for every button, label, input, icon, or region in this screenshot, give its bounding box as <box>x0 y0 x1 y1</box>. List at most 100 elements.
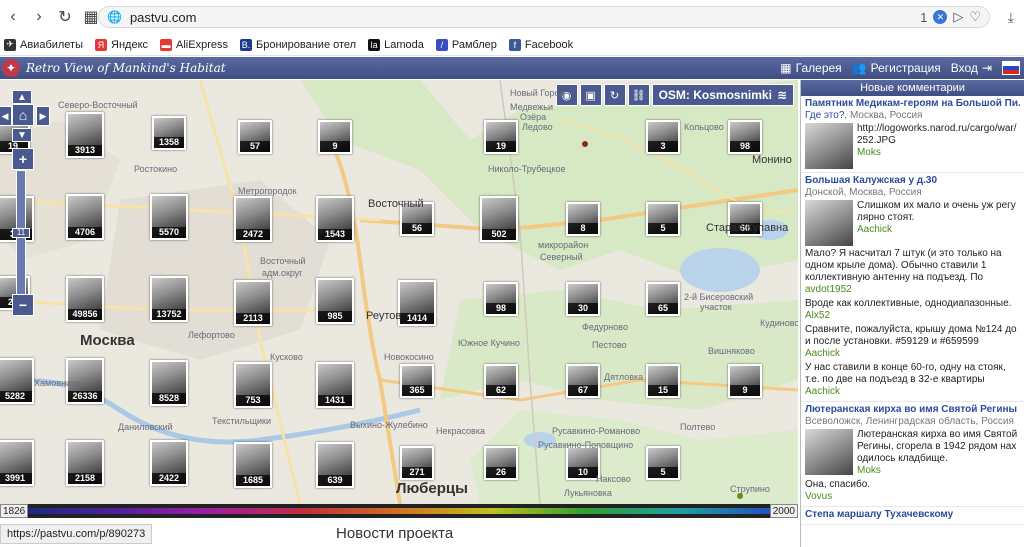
photo-cluster[interactable]: 9 <box>318 120 352 154</box>
photo-cluster[interactable]: 65 <box>646 282 680 316</box>
share-icon[interactable]: ▷ <box>953 9 963 25</box>
photo-cluster[interactable]: 10 <box>566 446 600 480</box>
photo-cluster[interactable]: 1685 <box>234 442 272 488</box>
comment-photo-thumbnail[interactable] <box>805 429 853 475</box>
photo-cluster[interactable]: 985 <box>316 278 354 324</box>
forward-icon[interactable]: › <box>26 4 52 30</box>
back-icon[interactable]: ‹ <box>0 4 26 30</box>
photo-cluster[interactable]: 5282 <box>0 358 34 404</box>
comment-photo-title[interactable]: Степа маршалу Тухачевскому <box>805 509 1020 521</box>
where-link[interactable]: Где это? <box>805 110 844 121</box>
bookmark-item[interactable]: ▬ AliExpress <box>160 38 228 51</box>
photo-cluster[interactable]: 49856 <box>66 276 104 322</box>
comment-author[interactable]: Aachick <box>805 348 1020 360</box>
photo-cluster[interactable]: 365 <box>400 364 434 398</box>
address-bar[interactable]: 🌐 pastvu.com 1 ✕ ▷ ♡ <box>98 6 990 28</box>
map-view[interactable]: 3913 1358 57 9 19 3 98 4706 5570 2472 1543 56 502 8 5 6… <box>0 80 798 504</box>
photo-cluster[interactable]: 19 <box>484 120 518 154</box>
link-icon[interactable]: ⛓ <box>627 84 650 106</box>
pan-right-icon[interactable]: ▶ <box>36 106 50 126</box>
login-link[interactable]: Вход ⇥ <box>951 61 992 75</box>
photo-cluster[interactable]: 5 <box>646 446 680 480</box>
photo-cluster[interactable]: 30 <box>566 282 600 316</box>
site-title[interactable]: Retro View of Mankind's Habitat <box>26 61 226 75</box>
year-end[interactable]: 2000 <box>769 504 798 518</box>
reload-icon[interactable]: ↻ <box>52 4 78 30</box>
comment-photo-thumbnail[interactable] <box>805 123 853 169</box>
image-icon[interactable]: ▣ <box>579 84 602 106</box>
bookmark-item[interactable]: la Lamoda <box>368 38 424 51</box>
clear-icon[interactable]: ✕ <box>933 10 948 24</box>
photo-cluster[interactable]: 3991 <box>0 440 34 486</box>
map-place-label: Пестово <box>592 340 627 350</box>
comment-photo-title[interactable]: Большая Калужская у д.30 <box>805 175 1020 187</box>
photo-cluster[interactable]: 2422 <box>150 440 188 486</box>
photo-cluster[interactable]: 5570 <box>150 194 188 240</box>
photo-cluster[interactable]: 9 <box>728 364 762 398</box>
photo-cluster[interactable]: 5 <box>646 202 680 236</box>
photo-cluster[interactable]: 62 <box>484 364 518 398</box>
logo-star-icon[interactable]: ✦ <box>2 59 20 77</box>
map-place-label: Старая Купавна <box>706 222 789 234</box>
photo-cluster[interactable]: 2472 <box>234 196 272 242</box>
photo-cluster[interactable]: 271 <box>400 446 434 480</box>
photo-cluster[interactable]: 1543 <box>316 196 354 242</box>
photo-cluster[interactable]: 15 <box>646 364 680 398</box>
photo-cluster[interactable]: 1358 <box>152 116 186 150</box>
comment-author[interactable]: Aachick <box>805 386 1020 398</box>
pan-up-icon[interactable]: ▲ <box>12 90 32 104</box>
year-start[interactable]: 1826 <box>0 504 29 518</box>
photo-cluster[interactable]: 753 <box>234 362 272 408</box>
language-flag-icon[interactable] <box>1002 61 1020 75</box>
bookmark-item[interactable]: ✈ Авиабилеты <box>4 38 83 51</box>
comment-photo-title[interactable]: Памятник Медикам-героям на Большой Пи... <box>805 98 1020 110</box>
map-place-label: 2-й Бисеровский <box>684 292 754 302</box>
refresh-map-icon[interactable]: ↻ <box>603 84 626 106</box>
comment-author[interactable]: avdot1952 <box>805 284 1020 296</box>
pan-down-icon[interactable]: ▼ <box>12 128 32 142</box>
photo-cluster[interactable]: 26 <box>484 446 518 480</box>
photo-cluster[interactable]: 67 <box>566 364 600 398</box>
comment-photo-title[interactable]: Лютеранская кирха во имя Святой Регины <box>805 404 1020 416</box>
photo-cluster[interactable]: 57 <box>238 120 272 154</box>
bookmark-item[interactable]: B. Бронирование отел <box>239 38 356 51</box>
photo-cluster[interactable]: 3 <box>646 120 680 154</box>
comment-author[interactable]: Aachick <box>857 224 1020 236</box>
bookmark-item[interactable]: / Рамблер <box>435 38 497 51</box>
photo-count: 8528 <box>152 393 186 404</box>
photo-cluster[interactable]: 8528 <box>150 360 188 406</box>
bookmark-item[interactable]: Я Яндекс <box>95 38 148 51</box>
photo-cluster[interactable]: 2113 <box>234 280 272 326</box>
photo-count: 2472 <box>236 229 270 240</box>
layer-select-button[interactable]: OSM: Kosmosnimki ≋ <box>651 84 794 106</box>
photo-cluster[interactable]: 8 <box>566 202 600 236</box>
gallery-link[interactable]: ▦ Галерея <box>780 61 841 75</box>
photo-count: 98 <box>730 141 760 152</box>
photo-cluster[interactable]: 502 <box>480 196 518 242</box>
zoom-in-button[interactable]: + <box>12 148 34 170</box>
download-icon[interactable]: ⤓ <box>1008 9 1014 26</box>
home-icon[interactable]: ⌂ <box>12 104 34 126</box>
comment-author[interactable]: Moks <box>857 147 1020 159</box>
map-place-label: Монино <box>752 154 792 166</box>
pan-left-icon[interactable]: ◀ <box>0 106 12 126</box>
year-timeline[interactable]: 1826 2000 <box>0 504 798 518</box>
bookmark-item[interactable]: f Facebook <box>508 38 573 51</box>
photo-cluster[interactable]: 4706 <box>66 194 104 240</box>
photo-cluster[interactable]: 13752 <box>150 276 188 322</box>
register-link[interactable]: 👥 Регистрация <box>852 61 941 75</box>
comment-author[interactable]: Moks <box>857 465 1020 477</box>
zoom-level[interactable]: 11 <box>12 228 30 238</box>
photo-cluster[interactable]: 1431 <box>316 362 354 408</box>
photo-cluster[interactable]: 3913 <box>66 112 104 158</box>
photo-cluster[interactable]: 98 <box>728 120 762 154</box>
comment-photo-thumbnail[interactable] <box>805 200 853 246</box>
zoom-out-button[interactable]: − <box>12 294 34 316</box>
favorite-icon[interactable]: ♡ <box>969 9 981 25</box>
photo-cluster[interactable]: 639 <box>316 442 354 488</box>
photo-cluster[interactable]: 2158 <box>66 440 104 486</box>
photo-cluster[interactable]: 98 <box>484 282 518 316</box>
photo-cluster[interactable]: 1414 <box>398 280 436 326</box>
comment-author[interactable]: Alx52 <box>805 310 1020 322</box>
comment-author[interactable]: Vovus <box>805 491 1020 503</box>
